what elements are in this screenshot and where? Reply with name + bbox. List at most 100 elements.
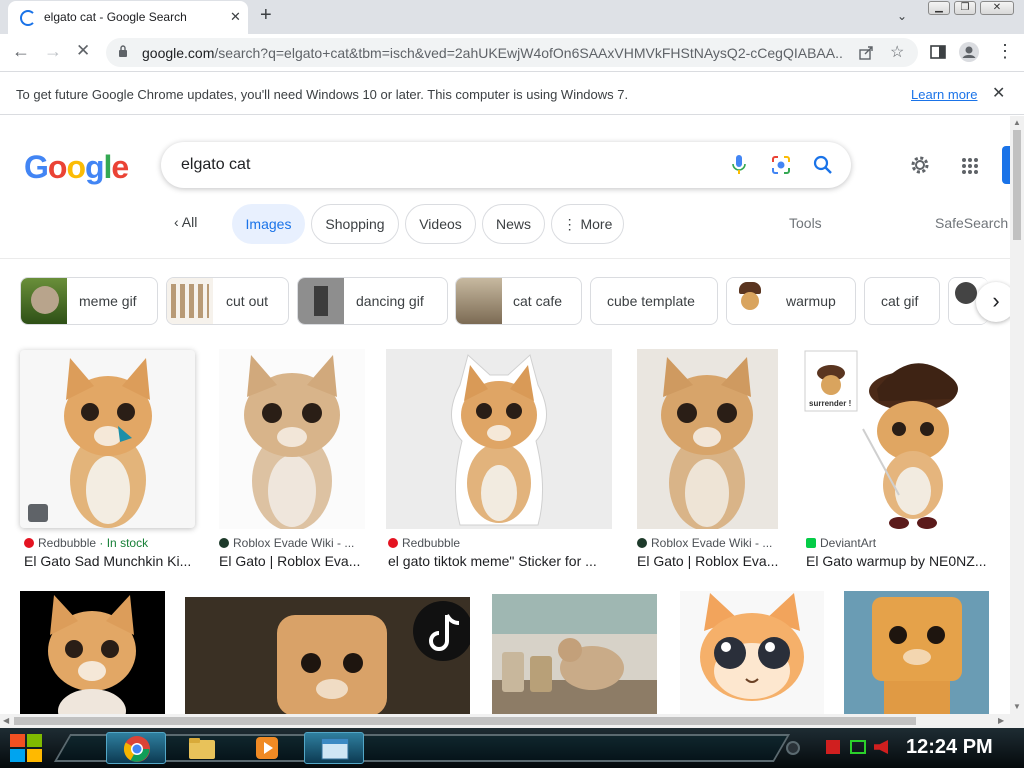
- infobar-close-button[interactable]: ✕: [992, 83, 1005, 103]
- result-title-1[interactable]: El Gato Sad Munchkin Ki...: [24, 553, 194, 569]
- related-chip-dancing-gif[interactable]: dancing gif: [297, 277, 448, 325]
- cat-cube-image: [844, 591, 989, 714]
- show-desktop-orb-icon[interactable]: [786, 741, 800, 755]
- restore-button[interactable]: ❐: [954, 1, 976, 15]
- search-icon[interactable]: [813, 155, 833, 175]
- result-image-4[interactable]: [637, 349, 778, 529]
- related-chip-cat-cafe[interactable]: cat cafe: [455, 277, 582, 325]
- search-box[interactable]: elgato cat: [161, 142, 851, 188]
- result-title-3[interactable]: el gato tiktok meme" Sticker for ...: [388, 553, 610, 569]
- cat-image-4: [637, 349, 778, 529]
- result-title-2[interactable]: El Gato | Roblox Eva...: [219, 553, 365, 569]
- tab-title: elgato cat - Google Search: [44, 10, 187, 24]
- result-image-10[interactable]: [844, 591, 989, 714]
- learn-more-link[interactable]: Learn more: [911, 87, 977, 102]
- horizontal-scroll-thumb[interactable]: [14, 717, 916, 725]
- cat-warmup-image: [804, 350, 958, 529]
- tools-button[interactable]: Tools: [789, 215, 822, 231]
- related-chip-warmup[interactable]: warmup: [726, 277, 856, 325]
- filter-shopping[interactable]: Shopping: [311, 204, 399, 244]
- microphone-icon[interactable]: [731, 154, 747, 176]
- chip-label: cat gif: [881, 293, 919, 309]
- bookmark-star-icon[interactable]: ☆: [890, 42, 904, 62]
- result-source-2[interactable]: Roblox Evade Wiki - ...: [219, 536, 354, 550]
- horizontal-scrollbar[interactable]: ◀ ▶: [0, 714, 1024, 728]
- browser-tab[interactable]: elgato cat - Google Search ✕: [8, 1, 248, 34]
- tab-search-chevron-icon[interactable]: ⌄: [897, 9, 907, 23]
- forward-arrow-icon[interactable]: →: [44, 41, 62, 62]
- google-lens-icon[interactable]: [771, 155, 791, 175]
- related-chip-cube-template[interactable]: cube template: [590, 277, 718, 325]
- start-button-windows-icon[interactable]: [8, 732, 44, 764]
- safesearch-button[interactable]: SafeSearch: [935, 215, 1008, 231]
- result-image-7[interactable]: [185, 597, 470, 714]
- cat-sticker-image: [451, 354, 547, 526]
- minimize-button[interactable]: ▁: [928, 1, 950, 15]
- share-icon[interactable]: [858, 45, 874, 61]
- result-title-4[interactable]: El Gato | Roblox Eva...: [637, 553, 778, 569]
- result-source-3[interactable]: Redbubble: [388, 536, 460, 550]
- result-source-4[interactable]: Roblox Evade Wiki - ...: [637, 536, 772, 550]
- taskbar-explorer-button[interactable]: [172, 732, 232, 764]
- back-arrow-icon[interactable]: ←: [12, 41, 30, 62]
- chrome-menu-icon[interactable]: ⋮: [996, 41, 1014, 62]
- filter-more[interactable]: ⋮ More: [551, 204, 624, 244]
- google-logo[interactable]: Google: [24, 149, 129, 186]
- chip-label: cut out: [226, 293, 269, 309]
- fandom-favicon-icon: [637, 538, 647, 548]
- cat-image-1: [64, 358, 152, 528]
- window-close-button[interactable]: ✕: [980, 1, 1014, 15]
- taskbar-clock[interactable]: 12:24 PM: [906, 736, 993, 759]
- chips-next-arrow-icon[interactable]: ›: [976, 282, 1010, 322]
- tab-close-button[interactable]: ✕: [230, 9, 241, 25]
- filter-videos[interactable]: Videos: [405, 204, 476, 244]
- related-chip-cat-gif[interactable]: cat gif: [864, 277, 940, 325]
- cartoon-cat-image: [700, 593, 804, 701]
- sign-in-button[interactable]: [1002, 146, 1010, 184]
- network-icon[interactable]: [850, 740, 866, 754]
- result-image-2[interactable]: [219, 349, 365, 529]
- profile-avatar-icon[interactable]: [959, 42, 979, 62]
- chrome-icon: [123, 736, 150, 762]
- result-image-6[interactable]: [20, 591, 165, 714]
- settings-gear-icon[interactable]: [909, 154, 931, 176]
- volume-muted-icon[interactable]: [874, 740, 888, 754]
- result-image-5[interactable]: surrender !: [803, 349, 989, 529]
- action-center-flag-icon[interactable]: [826, 740, 840, 754]
- scroll-right-icon[interactable]: ▶: [998, 716, 1004, 725]
- deviantart-favicon-icon: [806, 538, 816, 548]
- result-image-3[interactable]: [386, 349, 612, 529]
- chip-label: cat cafe: [513, 293, 563, 309]
- chip-label: meme gif: [79, 293, 137, 309]
- google-apps-icon[interactable]: [961, 157, 979, 175]
- result-source-5[interactable]: DeviantArt: [806, 536, 876, 550]
- url-text: google.com/search?q=elgato+cat&tbm=isch&…: [142, 45, 842, 61]
- filter-news[interactable]: News: [482, 204, 545, 244]
- scroll-down-icon[interactable]: ▼: [1013, 702, 1021, 711]
- stop-loading-icon[interactable]: ✕: [76, 41, 90, 61]
- related-chip-meme-gif[interactable]: meme gif: [20, 277, 158, 325]
- result-image-8[interactable]: [492, 594, 657, 714]
- related-chip-cut-out[interactable]: cut out: [166, 277, 289, 325]
- scroll-left-icon[interactable]: ◀: [3, 716, 9, 725]
- vertical-scroll-thumb[interactable]: [1013, 130, 1021, 240]
- search-input[interactable]: elgato cat: [181, 156, 250, 174]
- window-thumbnail-icon: [321, 738, 349, 760]
- chip-label: cube template: [607, 293, 695, 309]
- result-title-5[interactable]: El Gato warmup by NE0NZ...: [806, 553, 988, 569]
- chip-thumbnail: [456, 278, 502, 324]
- side-panel-icon[interactable]: [930, 44, 946, 60]
- scroll-up-icon[interactable]: ▲: [1013, 118, 1021, 127]
- taskbar-chrome-button[interactable]: [106, 732, 166, 764]
- address-bar[interactable]: google.com/search?q=elgato+cat&tbm=isch&…: [106, 38, 918, 67]
- redbubble-favicon-icon: [388, 538, 398, 548]
- result-source-1[interactable]: Redbubble · In stock: [24, 536, 148, 550]
- result-image-1[interactable]: [20, 350, 195, 528]
- new-tab-button[interactable]: +: [260, 4, 272, 27]
- vertical-scrollbar[interactable]: ▲ ▼: [1010, 116, 1024, 714]
- filter-images[interactable]: Images: [232, 204, 305, 244]
- taskbar-window-button[interactable]: [304, 732, 364, 764]
- result-image-9[interactable]: [680, 591, 824, 714]
- filter-all[interactable]: ‹ All: [174, 214, 197, 230]
- taskbar-media-player-button[interactable]: [238, 732, 298, 764]
